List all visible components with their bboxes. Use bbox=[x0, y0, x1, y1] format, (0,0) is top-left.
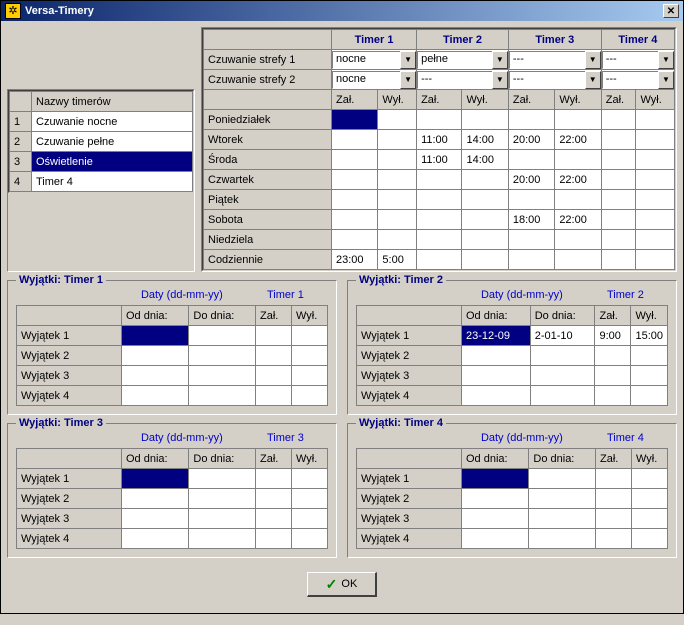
exceptions-timer-4: Wyjątki: Timer 4 Daty (dd-mm-yy) Timer 4… bbox=[347, 423, 677, 558]
exc-cell-active[interactable] bbox=[122, 326, 189, 346]
window-title: Versa-Timery bbox=[25, 5, 663, 17]
zone2-timer1-combo[interactable]: nocne bbox=[332, 71, 416, 89]
check-icon: ✓ bbox=[326, 577, 338, 591]
app-icon bbox=[5, 3, 21, 19]
day-label: Piątek bbox=[204, 190, 332, 210]
dropdown-icon bbox=[492, 71, 508, 89]
close-button[interactable]: ✕ bbox=[663, 4, 679, 18]
day-label: Poniedziałek bbox=[204, 110, 332, 130]
day-label: Codziennie bbox=[204, 250, 332, 270]
zone1-timer1-combo[interactable]: nocne bbox=[332, 51, 416, 69]
timer-name-row[interactable]: Timer 4 bbox=[32, 172, 193, 192]
titlebar: Versa-Timery ✕ bbox=[1, 1, 683, 21]
names-index-header[interactable] bbox=[10, 92, 32, 112]
timer-name-row[interactable]: Czuwanie pełne bbox=[32, 132, 193, 152]
sched-cell-active[interactable] bbox=[332, 110, 378, 130]
day-label: Czwartek bbox=[204, 170, 332, 190]
exceptions-timer-2: Wyjątki: Timer 2 Daty (dd-mm-yy) Timer 2… bbox=[347, 280, 677, 415]
timer-name-row[interactable]: Czuwanie nocne bbox=[32, 112, 193, 132]
day-label: Środa bbox=[204, 150, 332, 170]
ok-button[interactable]: ✓ OK bbox=[307, 572, 378, 597]
zone1-timer4-combo[interactable]: --- bbox=[602, 51, 674, 69]
zone2-timer3-combo[interactable]: --- bbox=[509, 71, 601, 89]
dropdown-icon bbox=[658, 51, 674, 69]
zone1-label: Czuwanie strefy 1 bbox=[204, 50, 332, 70]
dropdown-icon bbox=[400, 51, 416, 69]
exc-cell-active[interactable]: 23-12-09 bbox=[462, 326, 531, 346]
zone1-timer2-combo[interactable]: pełne bbox=[417, 51, 508, 69]
exceptions-timer-1: Wyjątki: Timer 1 Daty (dd-mm-yy) Timer 1… bbox=[7, 280, 337, 415]
day-label: Niedziela bbox=[204, 230, 332, 250]
dropdown-icon bbox=[400, 71, 416, 89]
exceptions-timer-3: Wyjątki: Timer 3 Daty (dd-mm-yy) Timer 3… bbox=[7, 423, 337, 558]
day-label: Sobota bbox=[204, 210, 332, 230]
names-header[interactable]: Nazwy timerów bbox=[32, 92, 193, 112]
dropdown-icon bbox=[585, 71, 601, 89]
schedule-panel: Timer 1 Timer 2 Timer 3 Timer 4 Czuwanie… bbox=[201, 27, 677, 272]
timer-col-header[interactable]: Timer 2 bbox=[417, 30, 509, 50]
dropdown-icon bbox=[658, 71, 674, 89]
timer-col-header[interactable]: Timer 4 bbox=[601, 30, 674, 50]
exc-cell-active[interactable] bbox=[122, 469, 189, 489]
zone2-label: Czuwanie strefy 2 bbox=[204, 70, 332, 90]
zone2-timer4-combo[interactable]: --- bbox=[602, 71, 674, 89]
timer-names-panel: Nazwy timerów 1Czuwanie nocne 2Czuwanie … bbox=[7, 89, 195, 272]
zone1-timer3-combo[interactable]: --- bbox=[509, 51, 601, 69]
zone2-timer2-combo[interactable]: --- bbox=[417, 71, 508, 89]
timer-col-header[interactable]: Timer 1 bbox=[332, 30, 417, 50]
exc-cell-active[interactable] bbox=[462, 469, 529, 489]
day-label: Wtorek bbox=[204, 130, 332, 150]
timer-name-row-selected[interactable]: Oświetlenie bbox=[32, 152, 193, 172]
dropdown-icon bbox=[492, 51, 508, 69]
dropdown-icon bbox=[585, 51, 601, 69]
timer-col-header[interactable]: Timer 3 bbox=[508, 30, 601, 50]
